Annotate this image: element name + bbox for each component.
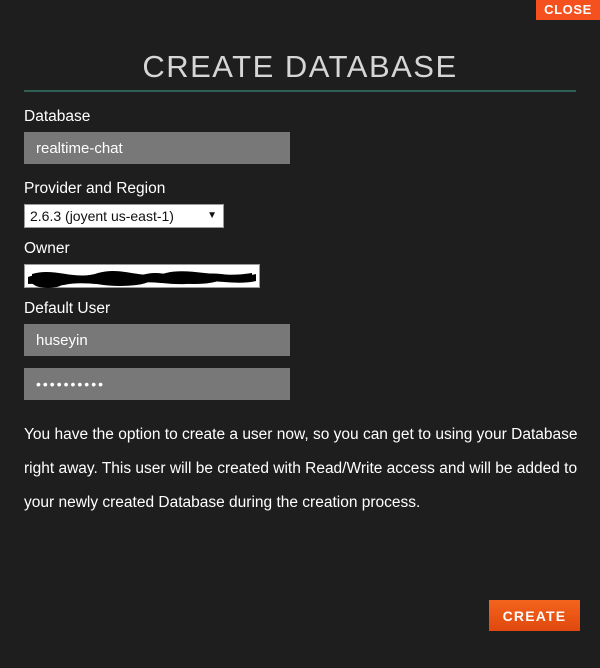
title-divider — [24, 90, 576, 92]
default-user-input[interactable] — [24, 324, 290, 356]
default-user-label: Default User — [24, 299, 576, 318]
create-button[interactable]: CREATE — [489, 600, 580, 631]
password-input[interactable] — [24, 368, 290, 400]
owner-field-wrap — [24, 264, 260, 288]
provider-region-select-wrap: 2.6.3 (joyent us-east-1) ▼ — [24, 204, 224, 228]
page-title: CREATE DATABASE — [24, 0, 576, 86]
info-text: You have the option to create a user now… — [24, 418, 580, 520]
provider-region-label: Provider and Region — [24, 179, 576, 198]
database-label: Database — [24, 107, 576, 126]
create-database-dialog: CLOSE CREATE DATABASE Database Provider … — [0, 0, 600, 668]
provider-region-select[interactable]: 2.6.3 (joyent us-east-1) — [24, 204, 224, 228]
close-button[interactable]: CLOSE — [536, 0, 600, 20]
owner-label: Owner — [24, 239, 576, 258]
owner-input[interactable] — [24, 264, 260, 288]
database-input[interactable] — [24, 132, 290, 164]
create-button-row: CREATE — [489, 600, 580, 631]
